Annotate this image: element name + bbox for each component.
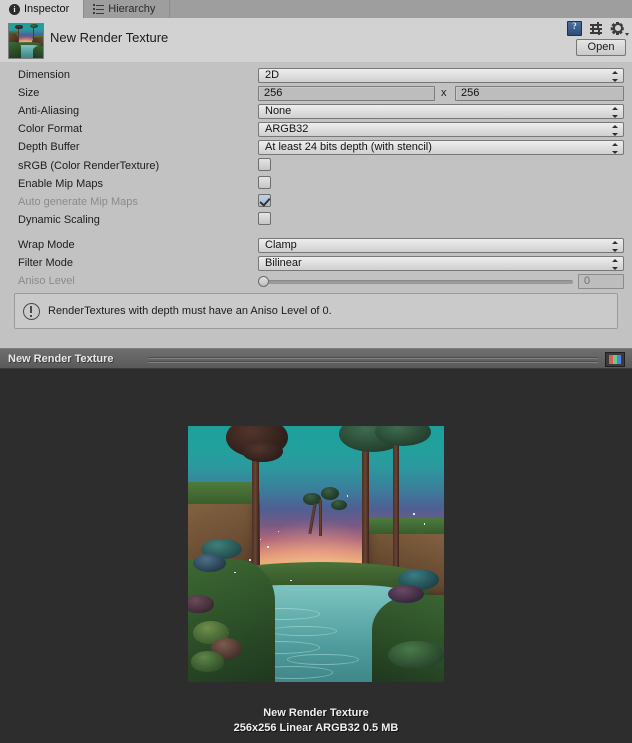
auto-generate-mip-maps-label: Auto generate Mip Maps <box>18 196 138 208</box>
preview-panel: New Render Texture 256x256 Linear ARGB32… <box>0 369 632 743</box>
chevron-updown-icon <box>612 71 618 82</box>
size-width-input[interactable]: 256 <box>258 86 435 101</box>
filter-mode-label: Filter Mode <box>18 257 73 269</box>
object-header: New Render Texture Open <box>0 18 632 63</box>
aniso-level-label: Aniso Level <box>18 275 75 287</box>
anti-aliasing-label: Anti-Aliasing <box>18 105 79 117</box>
info-circle-icon: i <box>9 4 20 15</box>
color-format-dropdown[interactable]: ARGB32 <box>258 122 624 137</box>
help-book-icon[interactable] <box>567 21 582 36</box>
aniso-level-track <box>258 280 573 284</box>
property-row-filter-mode: Filter Mode Bilinear <box>0 255 632 271</box>
depth-buffer-dropdown[interactable]: At least 24 bits depth (with stencil) <box>258 140 624 155</box>
filter-mode-value: Bilinear <box>265 257 302 269</box>
preview-drag-lines <box>148 357 598 362</box>
property-row-anti-aliasing: Anti-Aliasing None <box>0 103 632 119</box>
enable-mip-maps-checkbox[interactable] <box>258 176 271 189</box>
filter-mode-dropdown[interactable]: Bilinear <box>258 256 624 271</box>
preview-caption-title: New Render Texture <box>0 706 632 721</box>
property-row-dynamic-scaling: Dynamic Scaling <box>0 212 632 228</box>
auto-generate-mip-maps-checkbox <box>258 194 271 207</box>
open-button[interactable]: Open <box>576 39 626 56</box>
dimension-value: 2D <box>265 69 279 81</box>
warning-message: RenderTextures with depth must have an A… <box>48 305 332 317</box>
property-row-enable-mip-maps: Enable Mip Maps <box>0 176 632 192</box>
chevron-updown-icon <box>612 107 618 118</box>
rgb-channels-icon[interactable] <box>605 352 625 367</box>
render-texture-preview-image <box>188 426 444 682</box>
tab-bar: i Inspector Hierarchy <box>0 0 632 19</box>
tab-hierarchy-label: Hierarchy <box>108 3 155 15</box>
size-label: Size <box>18 87 39 99</box>
anti-aliasing-value: None <box>265 105 291 117</box>
preview-caption-details: 256x256 Linear ARGB32 0.5 MB <box>0 721 632 736</box>
preview-caption: New Render Texture 256x256 Linear ARGB32… <box>0 706 632 736</box>
tab-hierarchy[interactable]: Hierarchy <box>84 0 170 18</box>
chevron-updown-icon <box>612 259 618 270</box>
chevron-updown-icon <box>612 241 618 252</box>
property-row-depth-buffer: Depth Buffer At least 24 bits depth (wit… <box>0 139 632 155</box>
anti-aliasing-dropdown[interactable]: None <box>258 104 624 119</box>
unity-inspector-window: i Inspector Hierarchy <box>0 0 632 743</box>
dynamic-scaling-checkbox[interactable] <box>258 212 271 225</box>
size-separator: x <box>441 87 447 99</box>
preview-title: New Render Texture <box>8 353 114 365</box>
property-row-srgb: sRGB (Color RenderTexture) <box>0 158 632 174</box>
property-row-dimension: Dimension 2D <box>0 67 632 83</box>
enable-mip-maps-label: Enable Mip Maps <box>18 178 103 190</box>
depth-buffer-value: At least 24 bits depth (with stencil) <box>265 141 432 153</box>
chevron-updown-icon <box>612 125 618 136</box>
srgb-label: sRGB (Color RenderTexture) <box>18 160 159 172</box>
property-row-auto-generate-mip-maps: Auto generate Mip Maps <box>0 194 632 210</box>
asset-thumbnail <box>8 23 44 59</box>
property-row-color-format: Color Format ARGB32 <box>0 121 632 137</box>
header-icon-group <box>567 21 626 36</box>
wrap-mode-value: Clamp <box>265 239 297 251</box>
hierarchy-list-icon <box>93 4 104 14</box>
wrap-mode-dropdown[interactable]: Clamp <box>258 238 624 253</box>
dimension-label: Dimension <box>18 69 70 81</box>
preview-header-bar[interactable]: New Render Texture <box>0 348 632 369</box>
aniso-level-slider <box>258 274 573 289</box>
property-row-aniso-level: Aniso Level 0 <box>0 273 632 289</box>
chevron-updown-icon <box>612 143 618 154</box>
asset-title: New Render Texture <box>50 30 168 45</box>
aniso-level-value-input: 0 <box>578 274 624 289</box>
gear-menu-icon[interactable] <box>611 21 626 36</box>
wrap-mode-label: Wrap Mode <box>18 239 75 251</box>
color-format-label: Color Format <box>18 123 82 135</box>
preset-icon[interactable] <box>589 21 604 36</box>
tab-inspector[interactable]: i Inspector <box>0 0 84 18</box>
color-format-value: ARGB32 <box>265 123 308 135</box>
dynamic-scaling-label: Dynamic Scaling <box>18 214 100 226</box>
tab-inspector-label: Inspector <box>24 3 69 15</box>
aniso-level-knob <box>258 276 269 287</box>
dimension-dropdown[interactable]: 2D <box>258 68 624 83</box>
property-row-wrap-mode: Wrap Mode Clamp <box>0 237 632 253</box>
warning-exclamation-icon <box>23 303 40 320</box>
srgb-checkbox[interactable] <box>258 158 271 171</box>
warning-box: RenderTextures with depth must have an A… <box>14 293 618 329</box>
depth-buffer-label: Depth Buffer <box>18 141 80 153</box>
property-row-size: Size 256 x 256 <box>0 85 632 101</box>
size-height-input[interactable]: 256 <box>455 86 624 101</box>
